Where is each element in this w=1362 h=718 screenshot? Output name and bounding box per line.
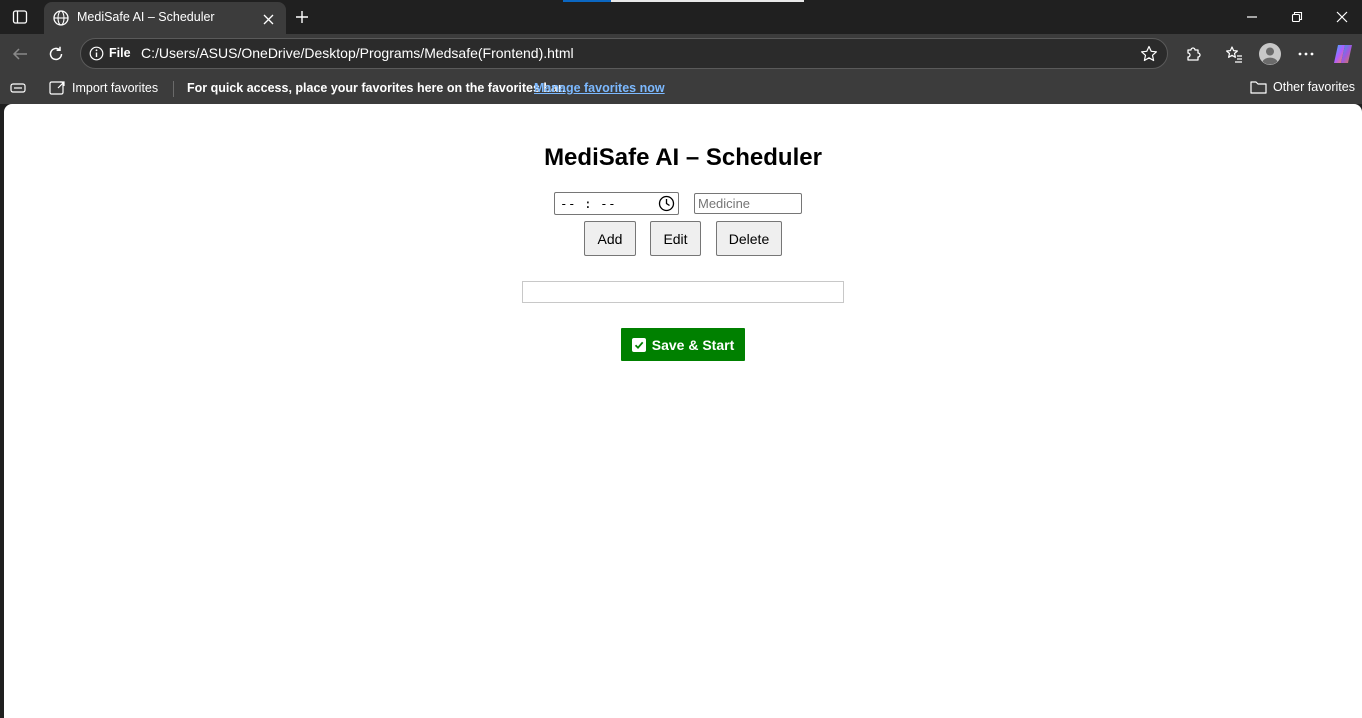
- tab-actions-button[interactable]: [8, 5, 32, 29]
- check-icon: [631, 337, 646, 352]
- manage-favorites-link[interactable]: Manage favorites now: [534, 81, 665, 95]
- favorites-hint-text: For quick access, place your favorites h…: [187, 81, 566, 95]
- star-icon[interactable]: [1139, 44, 1159, 64]
- tab-close-button[interactable]: [258, 9, 278, 29]
- refresh-icon: [49, 46, 63, 61]
- import-icon: [49, 81, 65, 95]
- delete-button[interactable]: Delete: [716, 221, 782, 256]
- edit-button[interactable]: Edit: [650, 221, 701, 256]
- tab-title: MediSafe AI – Scheduler: [77, 10, 215, 24]
- other-favorites-button[interactable]: Other favorites: [1250, 80, 1355, 94]
- bar-toggle-icon: [10, 83, 26, 93]
- copilot-button[interactable]: [1330, 41, 1356, 67]
- schedule-list[interactable]: [522, 281, 844, 303]
- import-favorites-button[interactable]: Import favorites: [49, 80, 158, 96]
- page-viewport: MediSafe AI – Scheduler -- : -- Add Edit…: [4, 104, 1362, 718]
- back-button[interactable]: [6, 40, 34, 68]
- clock-icon[interactable]: [658, 195, 675, 212]
- toolbar: File C:/Users/ASUS/OneDrive/Desktop/Prog…: [0, 34, 1362, 74]
- minimize-button[interactable]: [1229, 2, 1275, 32]
- copilot-icon: [1334, 45, 1352, 63]
- other-favorites-label: Other favorites: [1273, 80, 1355, 94]
- sidebar-panel-icon: [12, 10, 28, 24]
- favorites-bar: Import favorites For quick access, place…: [0, 74, 1362, 104]
- close-icon: [263, 14, 273, 24]
- more-horizontal-icon: [1298, 52, 1314, 56]
- window-close-button[interactable]: [1319, 2, 1362, 32]
- url-scheme-label: File: [109, 46, 131, 60]
- save-and-start-button[interactable]: Save & Start: [621, 328, 745, 361]
- time-input-value: -- : --: [560, 196, 617, 211]
- settings-more-button[interactable]: [1293, 41, 1319, 67]
- extensions-button[interactable]: [1180, 41, 1206, 67]
- minimize-icon: [1247, 16, 1257, 18]
- favorites-divider: [173, 81, 174, 97]
- collapse-favorites-button[interactable]: [10, 81, 26, 95]
- medicine-input[interactable]: [694, 193, 802, 214]
- time-input[interactable]: -- : --: [554, 192, 679, 215]
- url-text[interactable]: C:/Users/ASUS/OneDrive/Desktop/Programs/…: [141, 45, 574, 61]
- browser-tab-active[interactable]: MediSafe AI – Scheduler: [44, 2, 286, 34]
- add-button[interactable]: Add: [584, 221, 636, 256]
- close-icon: [1336, 11, 1348, 23]
- refresh-button[interactable]: [42, 40, 70, 68]
- save-and-start-label: Save & Start: [651, 336, 735, 353]
- tab-strip: MediSafe AI – Scheduler: [0, 0, 1362, 34]
- favorites-star-list-icon: [1226, 46, 1242, 63]
- import-favorites-label: Import favorites: [72, 81, 159, 95]
- avatar-icon: [1259, 43, 1281, 65]
- restore-icon: [1291, 11, 1303, 23]
- profile-button[interactable]: [1257, 41, 1283, 67]
- address-bar[interactable]: File C:/Users/ASUS/OneDrive/Desktop/Prog…: [80, 38, 1168, 69]
- new-tab-button[interactable]: [290, 5, 314, 29]
- folder-icon: [1250, 81, 1267, 94]
- info-icon[interactable]: [89, 46, 104, 61]
- back-arrow-icon: [12, 48, 27, 60]
- page-title: MediSafe AI – Scheduler: [544, 144, 822, 171]
- tab-loading-bar: [563, 0, 804, 2]
- restore-button[interactable]: [1274, 2, 1320, 32]
- puzzle-icon: [1187, 47, 1201, 61]
- favorites-button[interactable]: [1221, 41, 1247, 67]
- plus-icon: [296, 11, 308, 23]
- globe-icon: [53, 10, 69, 26]
